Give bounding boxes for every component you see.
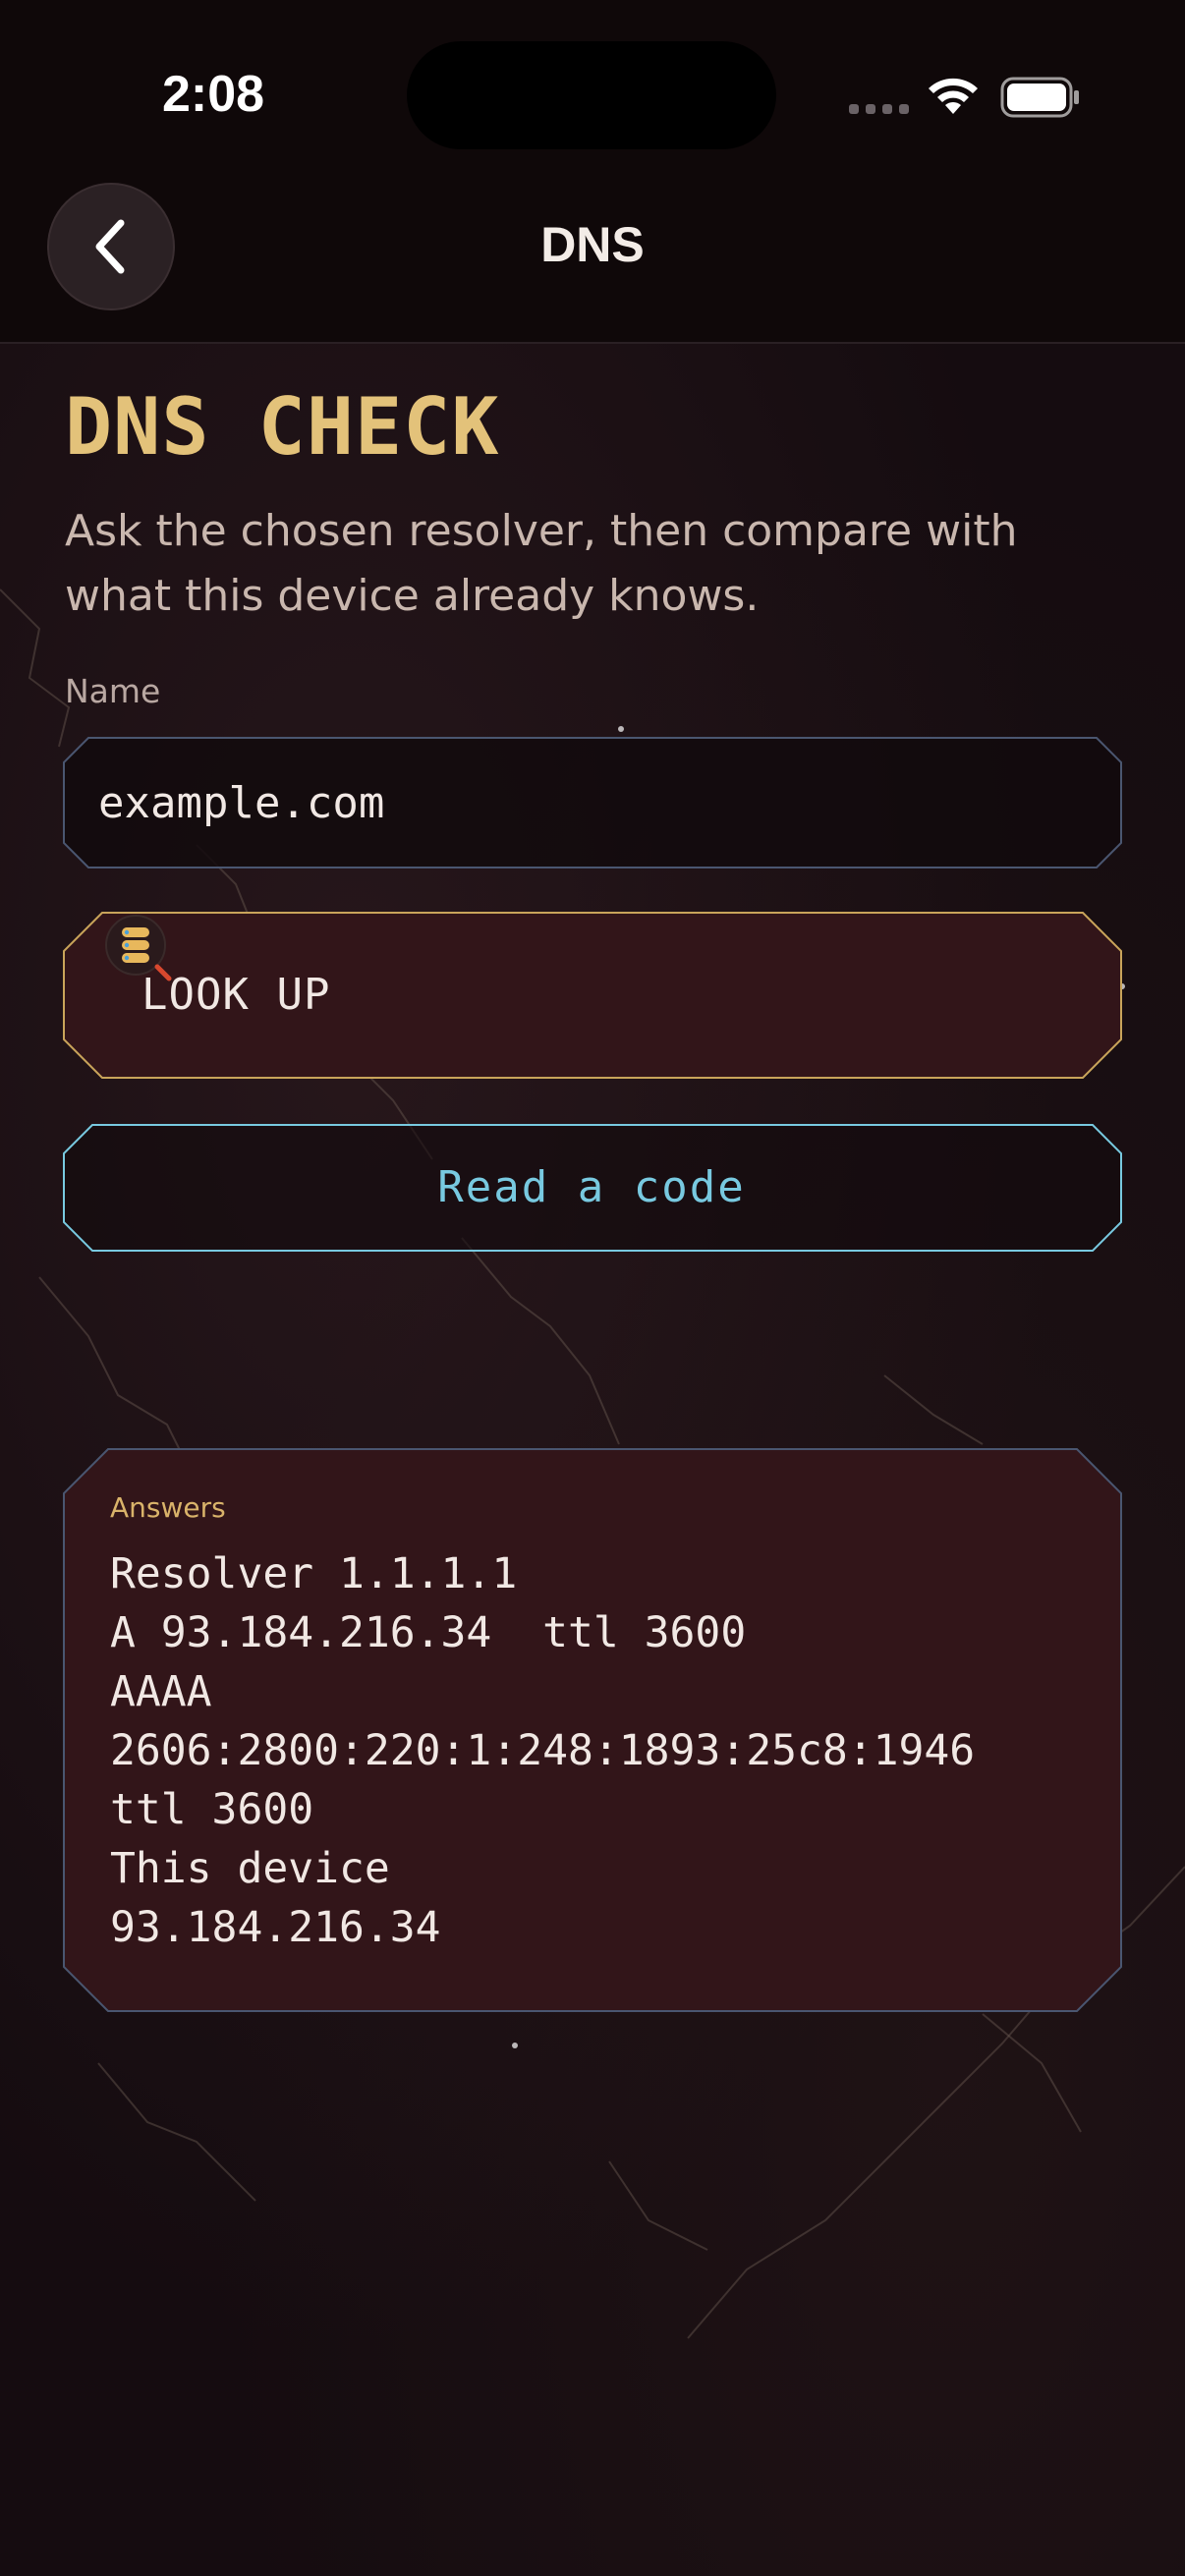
read-code-label: Read a code — [437, 1161, 746, 1212]
battery-icon — [1000, 77, 1079, 118]
wifi-icon — [929, 78, 978, 114]
page-subtitle: Ask the chosen resolver, then compare wi… — [65, 506, 1018, 621]
status-bar: 2:08 — [0, 0, 1185, 167]
answer-line: Resolver 1.1.1.1 — [110, 1549, 518, 1598]
answers-list: Resolver 1.1.1.1 A 93.184.216.34 ttl 360… — [110, 1544, 975, 1957]
answer-line: AAAA — [110, 1667, 212, 1716]
answers-title: Answers — [110, 1491, 226, 1524]
name-field-label: Name — [65, 672, 161, 710]
cellular-signal-icon — [849, 104, 909, 114]
answer-line: 93.184.216.34 — [110, 1903, 441, 1952]
answers-panel: Answers Resolver 1.1.1.1 A 93.184.216.34… — [63, 1448, 1122, 2012]
read-code-button[interactable]: Read a code — [63, 1124, 1122, 1252]
status-time: 2:08 — [162, 66, 265, 123]
answer-line: 2606:2800:220:1:248:1893:25c8:1946 — [110, 1726, 976, 1775]
answer-line: ttl 3600 — [110, 1785, 314, 1834]
answer-line: A 93.184.216.34 ttl 3600 — [110, 1608, 747, 1657]
lookup-button[interactable]: LOOK UP — [63, 912, 1122, 1079]
dynamic-island — [407, 41, 776, 149]
page-title: DNS CHECK — [65, 381, 500, 473]
dns-search-icon — [105, 915, 172, 981]
navigation-bar: DNS — [0, 167, 1185, 344]
nav-title: DNS — [540, 217, 645, 272]
answer-line: This device — [110, 1844, 390, 1893]
name-input[interactable] — [98, 737, 1081, 868]
name-field[interactable] — [63, 737, 1122, 868]
